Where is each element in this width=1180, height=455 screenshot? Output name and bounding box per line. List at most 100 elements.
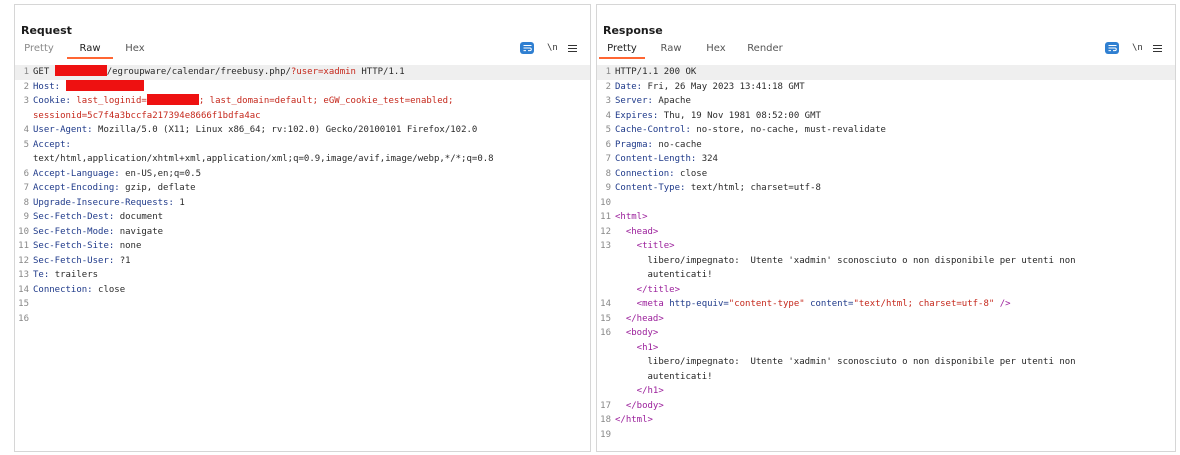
request-editor[interactable]: 1 GET /egroupware/calendar/freebusy.php/?…	[15, 65, 590, 451]
text-wrap-icon[interactable]	[520, 42, 534, 54]
line-content: Server: Apache	[615, 94, 1175, 109]
line-number	[597, 254, 615, 269]
code-token: />	[994, 299, 1011, 309]
line-number	[15, 152, 33, 167]
line-content: Upgrade-Insecure-Requests: 1	[33, 196, 590, 211]
code-token: ?1	[119, 255, 131, 266]
code-token: <meta	[615, 299, 670, 309]
request-tab-pretty[interactable]: Pretty	[15, 43, 63, 59]
code-token: last_loginid=	[76, 96, 147, 106]
line-number: 11	[18, 241, 29, 251]
code-token: close	[680, 168, 708, 179]
text-wrap-icon[interactable]	[1105, 42, 1119, 54]
response-pane: Response Pretty Raw Hex Render \n 1 HTTP/…	[596, 4, 1176, 452]
line-number: 3	[23, 96, 29, 106]
response-editor[interactable]: 1 HTTP/1.1 200 OK 2 Date: Fri, 26 May 2023 …	[597, 65, 1175, 451]
code-token: User-Agent:	[33, 125, 99, 135]
code-token: Accept-Encoding:	[33, 183, 126, 193]
code-line: 12 Sec-Fetch-User: ?1	[15, 254, 590, 269]
code-line: 14 <meta http-equiv="content-type" conte…	[597, 297, 1175, 312]
response-tab-pretty[interactable]: Pretty	[599, 43, 645, 59]
line-content: <head>	[615, 225, 1175, 240]
line-content: <meta http-equiv="content-type" content=…	[615, 297, 1175, 312]
code-token: Pragma:	[615, 139, 659, 150]
line-number	[597, 341, 615, 356]
menu-icon[interactable]	[1152, 44, 1162, 52]
code-line: 4 Expires: Thu, 19 Nov 1981 08:52:00 GMT	[597, 109, 1175, 124]
line-number	[597, 355, 615, 370]
code-line: 9 Content-Type: text/html; charset=utf-8	[597, 181, 1175, 196]
code-line: 13 Te: trailers	[15, 268, 590, 283]
code-token: http-equiv=	[669, 299, 729, 309]
line-content: Te: trailers	[33, 268, 590, 283]
newline-toggle[interactable]: \n	[1132, 43, 1143, 53]
line-content: <title>	[615, 239, 1175, 254]
request-tab-hex[interactable]: Hex	[117, 43, 153, 59]
response-tab-raw[interactable]: Raw	[649, 43, 693, 59]
response-tab-hex[interactable]: Hex	[697, 43, 735, 59]
line-content: Host:	[33, 79, 590, 95]
code-token: Cache-Control:	[615, 125, 697, 135]
code-line: 7 Content-Length: 324	[597, 152, 1175, 167]
newline-toggle[interactable]: \n	[547, 43, 558, 53]
line-content: libero/impegnato: Utente 'xadmin' sconos…	[615, 355, 1175, 370]
line-number: 9	[23, 212, 29, 222]
code-token: "text/html; charset=utf-8"	[853, 299, 995, 309]
line-content	[615, 196, 1175, 211]
line-content: Pragma: no-cache	[615, 138, 1175, 153]
code-token: Accept-Language:	[33, 168, 126, 179]
response-tabs: Pretty Raw Hex Render	[597, 43, 791, 59]
code-token: Sec-Fetch-User:	[33, 255, 120, 266]
line-number: 6	[605, 139, 611, 150]
code-token: no-store, no-cache, must-revalidate	[696, 125, 886, 135]
code-line: 12 <head>	[597, 225, 1175, 240]
request-tab-raw[interactable]: Raw	[67, 43, 113, 59]
line-content: Connection: close	[615, 167, 1175, 182]
code-token: Te:	[33, 270, 55, 280]
code-token: "content-type"	[728, 299, 811, 309]
code-line: 1 HTTP/1.1 200 OK	[597, 65, 1175, 80]
request-tabs: Pretty Raw Hex	[15, 43, 153, 59]
code-token: sessionid=5c7f4a3bccfa217394e8666f1bdfa4…	[33, 110, 261, 121]
line-content	[33, 297, 590, 312]
line-content: GET /egroupware/calendar/freebusy.php/?u…	[33, 65, 590, 80]
code-line: text/html,application/xhtml+xml,applicat…	[15, 152, 590, 167]
line-number	[597, 370, 615, 385]
line-number: 13	[600, 241, 611, 251]
code-token: text/html,application/xhtml+xml,applicat…	[33, 154, 494, 164]
code-token: Sec-Fetch-Mode:	[33, 226, 120, 237]
code-line: 14 Connection: close	[15, 283, 590, 298]
code-token: Server:	[615, 96, 659, 106]
code-token: Expires:	[615, 110, 664, 121]
code-line: 2 Date: Fri, 26 May 2023 13:41:18 GMT	[597, 80, 1175, 95]
line-number: 2	[23, 81, 29, 92]
line-number: 12	[18, 255, 29, 266]
code-token: <head>	[615, 226, 659, 237]
response-tab-render[interactable]: Render	[739, 43, 791, 59]
line-content: Sec-Fetch-Site: none	[33, 239, 590, 254]
line-number: 6	[23, 168, 29, 179]
line-content: autenticati!	[615, 370, 1175, 385]
line-content: Content-Type: text/html; charset=utf-8	[615, 181, 1175, 196]
line-content: </html>	[615, 413, 1175, 428]
line-number	[597, 283, 615, 298]
menu-icon[interactable]	[567, 44, 577, 52]
code-token: gzip, deflate	[125, 183, 196, 193]
code-token: </h1>	[615, 386, 664, 396]
code-token: libero/impegnato: Utente 'xadmin' sconos…	[615, 357, 1076, 367]
line-number: 1	[23, 67, 29, 77]
code-token: <title>	[615, 241, 675, 251]
line-content: </h1>	[615, 384, 1175, 399]
code-line: 9 Sec-Fetch-Dest: document	[15, 210, 590, 225]
line-number: 13	[18, 270, 29, 280]
line-number: 17	[600, 400, 611, 411]
code-token: Connection:	[615, 168, 681, 179]
code-line: 15 </head>	[597, 312, 1175, 327]
line-number	[15, 109, 33, 124]
code-token: 1	[179, 197, 185, 208]
code-token: Accept:	[33, 139, 71, 150]
line-number	[597, 268, 615, 283]
code-token: <h1>	[615, 342, 659, 353]
code-line: 11 Sec-Fetch-Site: none	[15, 239, 590, 254]
code-line: <h1>	[597, 341, 1175, 356]
